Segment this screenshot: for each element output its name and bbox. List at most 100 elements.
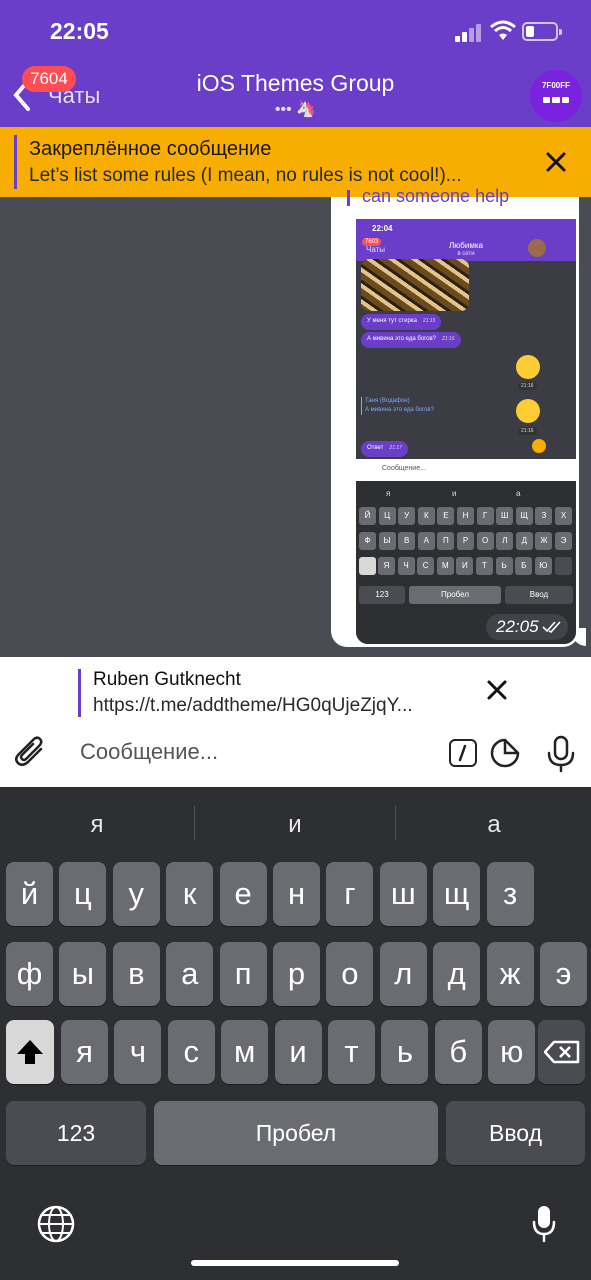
signal-icon (455, 24, 483, 42)
mini-key: Б (515, 557, 533, 575)
key[interactable]: ж (486, 942, 534, 1006)
paperclip-icon[interactable] (14, 734, 48, 770)
mini-message: У меня тут стирка 21:15 (361, 314, 442, 330)
key[interactable]: ц (59, 862, 107, 926)
mini-key: Г (476, 507, 494, 525)
reply-snippet: can someone help (362, 186, 510, 206)
mini-key: Ч (397, 557, 415, 575)
mini-scroll-down (532, 439, 546, 453)
slash-icon (458, 744, 467, 762)
key[interactable]: м (221, 1020, 269, 1084)
key[interactable]: ч (114, 1020, 162, 1084)
navigation-header: 22:05 Чаты 7604 iOS Themes Group ••• 🦄 7… (0, 0, 591, 127)
mini-suggestion: я (386, 489, 391, 498)
key[interactable]: б (434, 1020, 482, 1084)
suggestion[interactable]: и (200, 811, 390, 839)
home-indicator (191, 1260, 399, 1266)
mini-key: У (398, 507, 416, 525)
close-icon[interactable] (545, 151, 567, 173)
mini-key: Й (359, 507, 376, 525)
sticker-icon[interactable] (489, 737, 521, 769)
key[interactable]: н (273, 862, 320, 926)
shift-key[interactable] (6, 1020, 54, 1084)
key[interactable]: и (274, 1020, 322, 1084)
message-time-pill: 22:05 (486, 614, 568, 640)
pinned-title: Закреплённое сообщение (29, 138, 272, 160)
key[interactable]: к (166, 862, 214, 926)
microphone-icon[interactable] (546, 735, 576, 773)
dictation-icon[interactable] (532, 1204, 556, 1244)
mini-key: Р (457, 532, 474, 550)
key[interactable]: р (273, 942, 320, 1006)
suggestion[interactable]: я (2, 811, 192, 839)
mini-key: Ю (534, 557, 552, 575)
status-time: 22:05 (50, 18, 109, 44)
link-preview-accent (78, 669, 81, 717)
mini-key: П (437, 532, 455, 550)
key[interactable]: у (112, 862, 160, 926)
attached-screenshot[interactable]: 22:04 7603 Чаты Любимка в сети У меня ту… (356, 219, 576, 644)
backspace-key[interactable] (538, 1020, 585, 1084)
key[interactable]: щ (433, 862, 481, 926)
suggestion-divider (194, 806, 195, 840)
reply-accent-line (347, 190, 350, 206)
avatar-bars (543, 97, 569, 103)
key[interactable]: о (326, 942, 374, 1006)
key[interactable]: ы (59, 942, 107, 1006)
pinned-accent-line (14, 135, 17, 189)
mini-key: Ь (495, 557, 513, 575)
message-input[interactable]: Сообщение... (80, 739, 218, 765)
mini-key: Э (555, 532, 572, 550)
key[interactable]: е (219, 862, 267, 926)
mini-emoji (516, 355, 540, 379)
key[interactable]: з (486, 862, 534, 926)
space-key[interactable]: Пробел (154, 1101, 438, 1165)
mini-input: Сообщение... (356, 459, 576, 481)
chat-title[interactable]: iOS Themes Group (0, 70, 591, 97)
key[interactable]: п (219, 942, 267, 1006)
link-preview-name: Ruben Gutknecht (93, 669, 241, 690)
key[interactable]: д (433, 942, 481, 1006)
composer-panel: Ruben Gutknecht https://t.me/addtheme/HG… (0, 657, 591, 787)
pinned-text: Let’s list some rules (I mean, no rules … (29, 165, 462, 186)
key[interactable]: г (326, 862, 374, 926)
key[interactable]: т (328, 1020, 375, 1084)
key[interactable]: л (379, 942, 427, 1006)
mini-key: Я (378, 557, 395, 575)
mini-header: 22:04 7603 Чаты Любимка в сети (356, 219, 576, 261)
key[interactable]: с (167, 1020, 215, 1084)
group-avatar[interactable]: 7F00FF (530, 70, 582, 122)
mini-key: Е (437, 507, 455, 525)
key[interactable]: й (6, 862, 53, 926)
key[interactable]: в (112, 942, 160, 1006)
close-icon[interactable] (486, 679, 508, 701)
mini-emoji (516, 399, 540, 423)
mini-key: З (535, 507, 553, 525)
key[interactable]: ю (488, 1020, 536, 1084)
bot-command-button[interactable] (449, 739, 477, 767)
message-time: 22:05 (496, 617, 539, 636)
key[interactable]: ш (379, 862, 427, 926)
globe-icon[interactable] (36, 1204, 76, 1244)
numbers-key[interactable]: 123 (6, 1101, 146, 1165)
key[interactable]: ф (6, 942, 53, 1006)
mini-key: И (456, 557, 474, 575)
mini-shift-key (359, 557, 376, 575)
keyboard: я и а й ц у к е н г ш щ з ф ы в а п р о л д ж э я ч с м и т ь б ю 123 П… (0, 787, 591, 1280)
mini-quote: Таня (Водафон) А мивина это еда богов? (361, 397, 434, 415)
chat-subtitle: ••• 🦄 (274, 101, 317, 118)
key[interactable]: э (540, 942, 587, 1006)
suggestion[interactable]: а (399, 811, 589, 839)
shift-icon (17, 1040, 43, 1064)
mini-key: Ш (496, 507, 514, 525)
key[interactable]: а (166, 942, 214, 1006)
mini-key: Ц (378, 507, 396, 525)
mini-key: Ы (378, 532, 396, 550)
mini-avatar (528, 239, 546, 257)
mini-space-key: Пробел (409, 586, 501, 604)
key[interactable]: ь (381, 1020, 429, 1084)
key[interactable]: я (61, 1020, 108, 1084)
mini-suggestion: а (516, 489, 521, 498)
enter-key[interactable]: Ввод (446, 1101, 585, 1165)
mini-emoji-time: 21:16 (518, 427, 537, 435)
